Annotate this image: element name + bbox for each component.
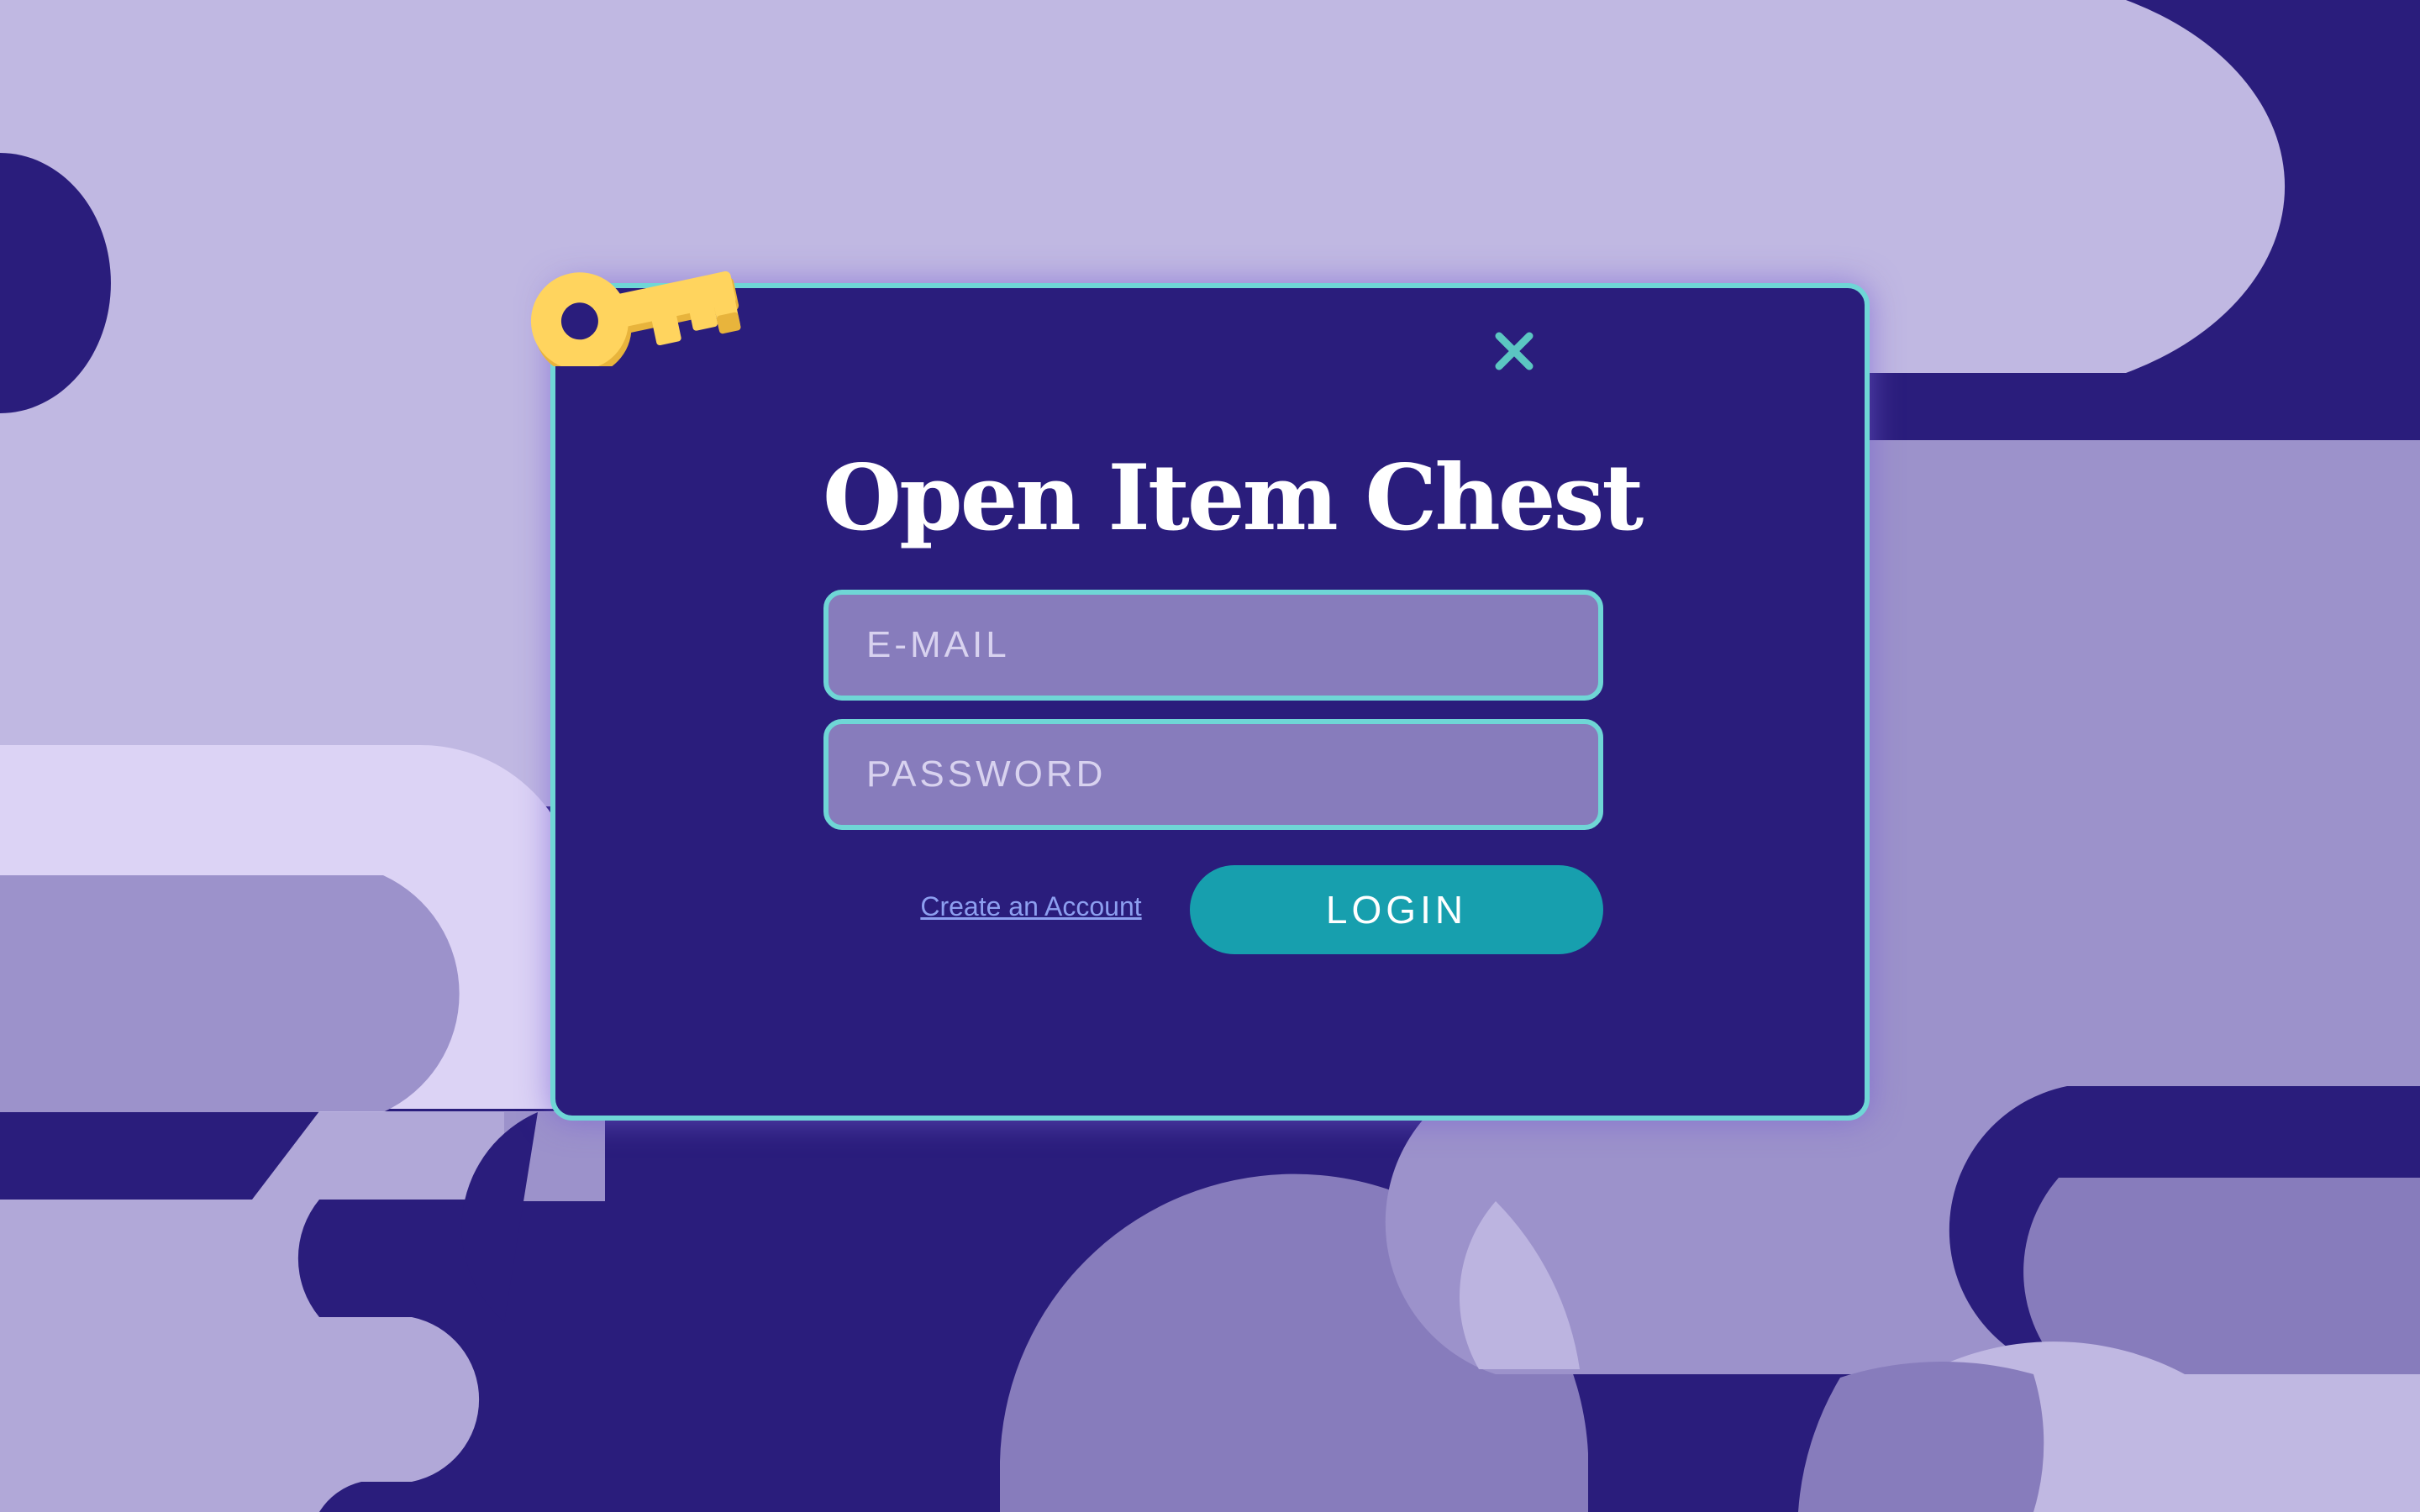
- login-button[interactable]: LOGIN: [1190, 865, 1603, 954]
- close-button[interactable]: [1491, 328, 1538, 375]
- close-icon: [1495, 332, 1534, 370]
- login-modal: Open Item Chest Create an Account LOGIN: [550, 283, 1870, 1121]
- key-icon: [530, 271, 741, 366]
- modal-title: Open Item Chest: [823, 445, 1644, 551]
- password-input[interactable]: [823, 719, 1603, 830]
- email-input[interactable]: [823, 590, 1603, 701]
- create-account-link[interactable]: Create an Account: [901, 890, 1161, 923]
- login-screen: Open Item Chest Create an Account LOGIN: [0, 0, 2420, 1512]
